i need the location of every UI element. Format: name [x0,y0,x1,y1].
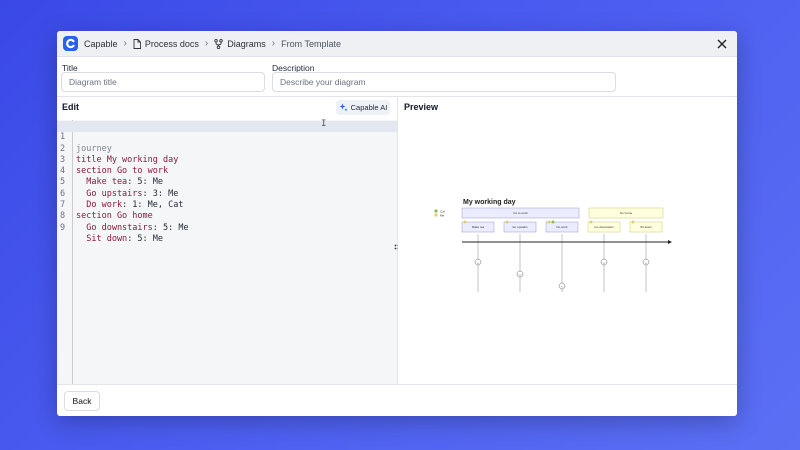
actor-dot-me [631,220,635,224]
task-label: Make tea [472,225,485,229]
description-input[interactable] [272,72,616,92]
code-line[interactable]: 1 journey [57,121,397,154]
branch-icon [214,38,223,49]
legend-swatch-me [434,213,438,217]
line-number: 9 [60,222,66,233]
breadcrumb: Capable › Process docs › Diagrams › From… [57,31,737,57]
code-value: : 5: Me [152,222,189,233]
face-icon [516,270,524,278]
chevron-right-icon: › [271,38,276,49]
code-line[interactable]: 2 title My working day [57,132,397,165]
section-label: Go home [620,211,633,215]
close-icon [717,39,727,49]
code-line[interactable]: 9 Sit down: 5: Me [57,211,397,244]
timeline-arrow-icon [668,240,672,244]
capable-ai-label: Capable AI [350,103,388,112]
code-editor[interactable]: 1 journey 2 title My working day 3 secti… [57,120,397,384]
task-label: Sit down [640,225,652,229]
sparkle-icon [339,103,348,112]
breadcrumb-label: Diagrams [227,38,266,49]
chevron-right-icon: › [204,38,209,49]
face-icon [642,258,650,266]
diagram-title: My working day [463,199,516,206]
journey-diagram: My working day Cat Me Go to work Go home… [434,199,672,292]
capable-ai-button[interactable]: Capable AI [336,100,390,115]
face-icon [474,258,482,266]
section-label: Go to work [513,211,528,215]
text-cursor-icon: I [321,119,327,129]
actor-dot-me [589,220,593,224]
document-icon [133,38,141,49]
divider [57,384,737,385]
face-icon [600,258,608,266]
code-line[interactable]: 4 Make tea: 5: Me [57,155,397,187]
code-line[interactable]: 5 Go upstairs: 3: Me [57,166,397,198]
code-task: Sit down [76,233,128,244]
breadcrumb-app[interactable]: Capable [84,39,118,49]
task-label: Go upstairs [512,225,528,229]
close-button[interactable] [713,35,731,53]
breadcrumb-current: From Template [281,38,341,49]
chevron-right-icon: › [123,38,127,49]
code-line[interactable]: 7 section Go home [57,189,397,221]
edit-panel-title: Edit [62,102,79,112]
actor-dot-me [463,220,467,224]
code-line[interactable]: 3 section Go to work [57,144,397,176]
breadcrumb-diagrams[interactable]: Diagrams [214,39,266,49]
legend-label-me: Me [440,214,444,218]
actor-dot-me [505,220,509,224]
code-line[interactable]: 6 Do work: 1: Me, Cat [57,178,397,210]
face-icon [558,282,566,290]
breadcrumb-label: Process docs [144,38,199,49]
task-label: Go downstairs [594,225,614,229]
actor-dot-cat [551,220,555,224]
preview-panel-title: Preview [404,102,439,112]
legend-swatch-cat [434,209,438,213]
code-line[interactable]: 8 Go downstairs: 5: Me [57,200,397,232]
title-input[interactable] [61,72,265,92]
breadcrumb-process-docs[interactable]: Process docs [133,39,199,49]
task-label: Do work [556,225,568,229]
code-value: : 5: Me [127,233,164,244]
actor-dot-me [547,220,551,224]
back-button[interactable]: Back [64,391,100,411]
diagram-editor-window: Capable › Process docs › Diagrams › From… [57,31,737,416]
diagram-preview[interactable]: My working day Cat Me Go to work Go home… [398,120,737,384]
capable-logo-icon [63,36,78,51]
